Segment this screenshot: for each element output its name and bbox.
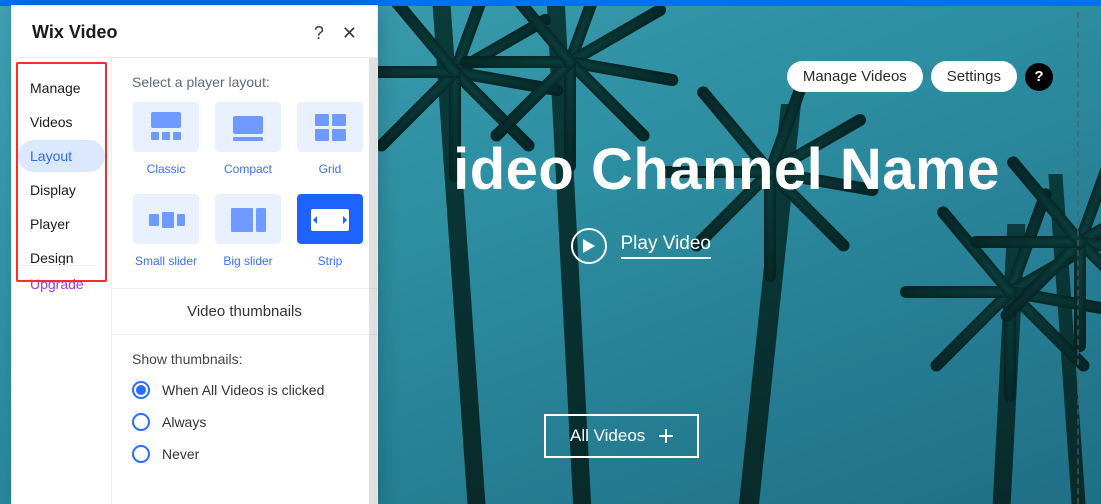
radio-icon — [132, 413, 150, 431]
layout-option-label: Compact — [224, 162, 272, 176]
layout-options-grid: Classic Compact Grid Small slider Big sl… — [112, 102, 377, 288]
layout-option-big-slider[interactable]: Big slider — [212, 194, 284, 268]
play-video-button[interactable]: Play Video — [571, 228, 712, 264]
thumbnails-prompt: Show thumbnails: — [112, 351, 377, 377]
channel-title: ideo Channel Name — [375, 136, 1078, 203]
play-icon — [571, 228, 607, 264]
nav-videos[interactable]: Videos — [18, 106, 105, 138]
layout-option-label: Big slider — [223, 254, 272, 268]
radio-icon — [132, 381, 150, 399]
thumbnails-option-always[interactable]: Always — [112, 409, 377, 441]
settings-button[interactable]: Settings — [931, 61, 1017, 92]
scrollbar[interactable] — [369, 58, 377, 504]
upgrade-link[interactable]: Upgrade — [18, 265, 96, 302]
nav-player[interactable]: Player — [18, 208, 105, 240]
panel-title: Wix Video — [32, 22, 118, 43]
panel-side-nav: Manage Videos Layout Display Player Desi… — [12, 58, 112, 504]
layout-option-label: Grid — [319, 162, 342, 176]
layout-option-label: Small slider — [135, 254, 197, 268]
layout-prompt: Select a player layout: — [112, 74, 377, 102]
thumbnails-option-when-clicked[interactable]: When All Videos is clicked — [112, 377, 377, 409]
manage-videos-button[interactable]: Manage Videos — [787, 61, 923, 92]
nav-display[interactable]: Display — [18, 174, 105, 206]
thumbnails-section-title: Video thumbnails — [112, 288, 377, 335]
radio-label: When All Videos is clicked — [162, 382, 324, 398]
radio-label: Always — [162, 414, 206, 430]
close-button[interactable]: ✕ — [342, 24, 357, 42]
all-videos-label: All Videos — [570, 426, 645, 446]
help-icon[interactable]: ? — [1025, 63, 1053, 91]
layout-option-compact[interactable]: Compact — [212, 102, 284, 176]
plus-icon — [659, 429, 673, 443]
radio-icon — [132, 445, 150, 463]
all-videos-button[interactable]: All Videos — [544, 414, 699, 458]
nav-manage[interactable]: Manage — [18, 72, 105, 104]
palm-decor — [470, 0, 670, 136]
nav-layout[interactable]: Layout — [18, 140, 105, 172]
preview-top-actions: Manage Videos Settings ? — [787, 61, 1053, 92]
help-button[interactable]: ? — [314, 24, 324, 42]
play-label: Play Video — [621, 233, 712, 259]
editor-guide-line — [1077, 12, 1079, 504]
layout-option-strip[interactable]: Strip — [294, 194, 366, 268]
radio-label: Never — [162, 446, 199, 462]
layout-option-classic[interactable]: Classic — [130, 102, 202, 176]
wix-video-settings-panel: Wix Video ? ✕ Manage Videos Layout Displ… — [12, 6, 377, 504]
layout-option-small-slider[interactable]: Small slider — [130, 194, 202, 268]
panel-content: Select a player layout: Classic Compact … — [112, 58, 377, 504]
panel-header: Wix Video ? ✕ — [12, 6, 377, 58]
thumbnails-option-never[interactable]: Never — [112, 441, 377, 473]
layout-option-label: Strip — [318, 254, 343, 268]
layout-option-grid[interactable]: Grid — [294, 102, 366, 176]
layout-option-label: Classic — [147, 162, 186, 176]
